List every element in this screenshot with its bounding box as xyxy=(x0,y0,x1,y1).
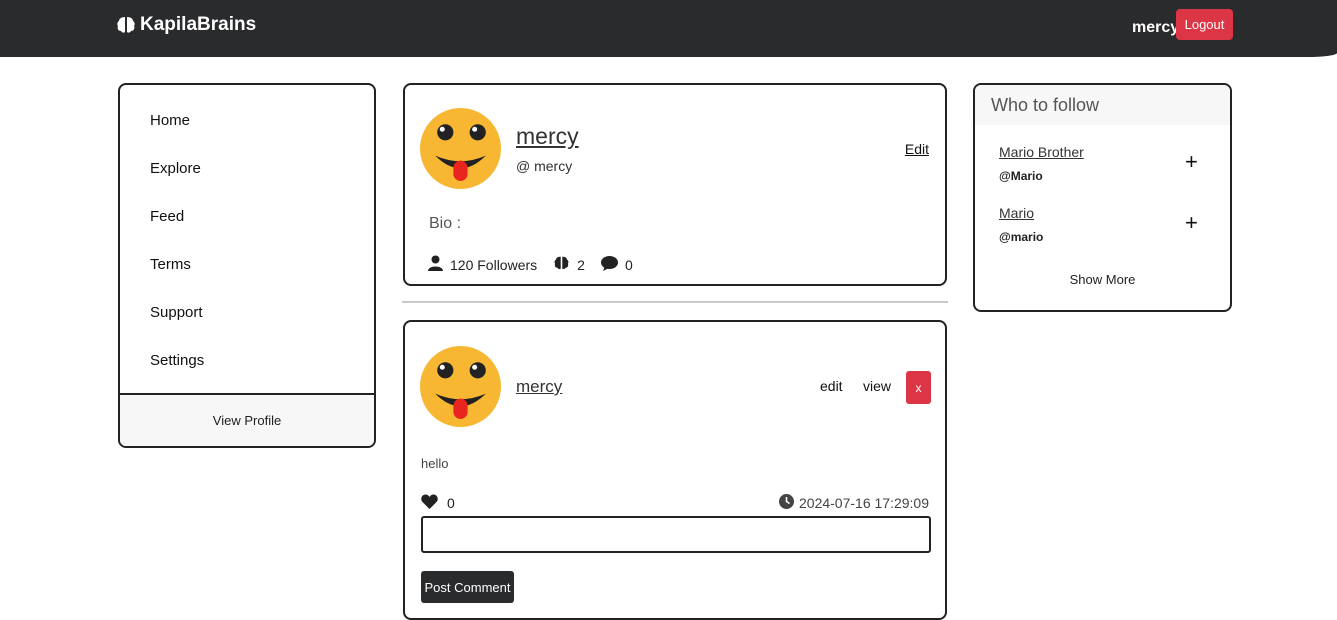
sidebar-item-terms[interactable]: Terms xyxy=(150,256,191,273)
post-edit-link[interactable]: edit xyxy=(820,378,843,394)
profile-card: mercy @ mercy Edit Bio : 120 Followers 2… xyxy=(403,83,947,286)
bio-label: Bio : xyxy=(429,215,462,232)
brains-count: 2 xyxy=(577,256,585,273)
who-to-follow-title: Who to follow xyxy=(991,95,1100,115)
post-view-link[interactable]: view xyxy=(863,378,891,394)
follow-user-name[interactable]: Mario Brother xyxy=(999,144,1084,160)
brand-name: KapilaBrains xyxy=(140,14,257,35)
comments-count: 0 xyxy=(624,256,633,273)
follow-plus-icon[interactable]: + xyxy=(1185,212,1198,234)
heart-icon[interactable] xyxy=(421,494,438,512)
view-profile-link[interactable]: View Profile xyxy=(120,393,374,446)
profile-handle: @ mercy xyxy=(516,158,573,174)
user-icon xyxy=(428,255,443,274)
brand-link[interactable]: KapilaBrains xyxy=(116,14,256,36)
profile-name-link[interactable]: mercy xyxy=(516,123,579,150)
delete-post-button[interactable]: x xyxy=(906,371,931,404)
sidebar-item-settings[interactable]: Settings xyxy=(150,352,204,369)
comment-icon xyxy=(600,255,618,274)
edit-profile-link[interactable]: Edit xyxy=(905,141,929,157)
sidebar-item-support[interactable]: Support xyxy=(150,304,203,321)
follow-user-handle: @mario xyxy=(999,230,1044,244)
profile-stats: 120 Followers 2 0 xyxy=(428,255,649,274)
post-author-link[interactable]: mercy xyxy=(516,377,562,397)
post-card: mercy edit view x hello 0 2024-07-16 17:… xyxy=(403,320,947,620)
avatar xyxy=(420,108,501,194)
sidebar: Home Explore Feed Terms Support Settings… xyxy=(118,83,376,448)
post-comment-button[interactable]: Post Comment xyxy=(421,571,514,603)
who-to-follow-header: Who to follow xyxy=(975,85,1230,125)
clock-icon xyxy=(779,494,794,512)
sidebar-item-feed[interactable]: Feed xyxy=(150,208,184,225)
likes-count: 0 xyxy=(447,495,455,511)
likes: 0 xyxy=(421,494,455,512)
navbar: KapilaBrains mercy Logout xyxy=(0,0,1337,57)
logout-button[interactable]: Logout xyxy=(1176,9,1233,40)
sidebar-item-explore[interactable]: Explore xyxy=(150,160,201,177)
follow-user-name[interactable]: Mario xyxy=(999,205,1034,221)
post-text: hello xyxy=(421,456,449,471)
divider xyxy=(402,301,948,303)
followers-count: 120 Followers xyxy=(450,256,538,273)
avatar xyxy=(420,346,501,432)
nav-username[interactable]: mercy xyxy=(1132,19,1179,37)
follow-user-handle: @Mario xyxy=(999,169,1043,183)
sidebar-item-home[interactable]: Home xyxy=(150,112,190,129)
show-more-link[interactable]: Show More xyxy=(975,272,1230,287)
post-timestamp: 2024-07-16 17:29:09 xyxy=(779,494,929,512)
comment-input[interactable] xyxy=(421,516,931,553)
brain-icon xyxy=(116,15,136,35)
follow-plus-icon[interactable]: + xyxy=(1185,151,1198,173)
who-to-follow-card: Who to follow Mario Brother @Mario + Mar… xyxy=(973,83,1232,312)
timestamp-text: 2024-07-16 17:29:09 xyxy=(799,495,929,511)
brain-icon xyxy=(553,255,570,274)
